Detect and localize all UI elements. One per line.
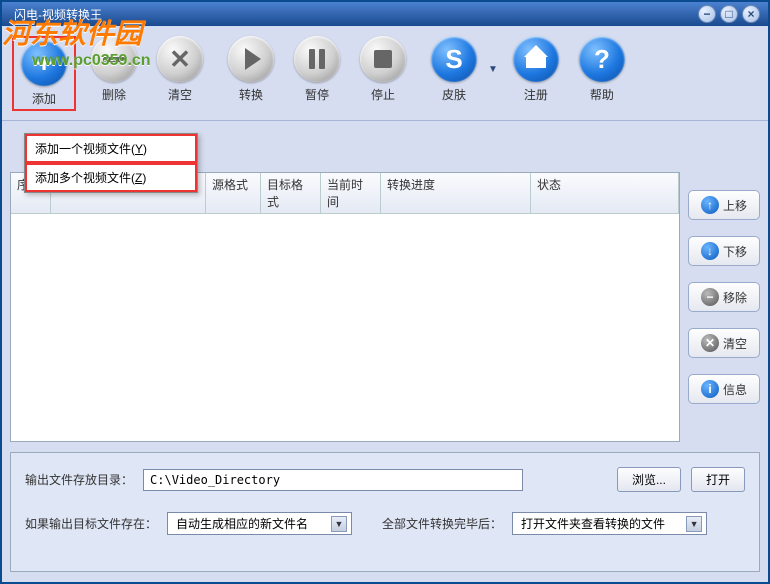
stop-button[interactable]: 停止 [355, 36, 411, 103]
register-label: 注册 [524, 86, 548, 103]
file-list: 序号 视频源文件 源格式 目标格式 当前时间 转换进度 状态 [10, 172, 680, 442]
col-state[interactable]: 状态 [531, 173, 679, 213]
remove-item-button[interactable]: −移除 [688, 282, 760, 312]
col-tgtfmt[interactable]: 目标格式 [261, 173, 321, 213]
remove-button[interactable]: 删除 [86, 36, 142, 111]
menu-add-single[interactable]: 添加一个视频文件(Y) [27, 136, 195, 161]
x-icon: ✕ [169, 44, 191, 75]
x-circle-icon: ✕ [701, 334, 719, 352]
move-up-button[interactable]: ↑上移 [688, 190, 760, 220]
add-button[interactable]: + 添加 [16, 40, 72, 107]
window-title: 闪电-视频转换王 [14, 6, 102, 23]
exists-combo[interactable]: 自动生成相应的新文件名 ▼ [167, 512, 352, 535]
minus-icon [103, 57, 125, 62]
maximize-button[interactable]: □ [720, 5, 738, 23]
outdir-input[interactable]: C:\Video_Directory [143, 469, 523, 491]
clear-list-button[interactable]: ✕清空 [688, 328, 760, 358]
clear-button[interactable]: ✕ 清空 [152, 36, 208, 111]
stop-label: 停止 [371, 86, 395, 103]
main-toolbar: + 添加 删除 ✕ 清空 转换 暂停 [2, 26, 768, 121]
play-icon [245, 48, 261, 70]
window-controls: − □ × [698, 5, 760, 23]
stop-icon [374, 50, 392, 68]
help-label: 帮助 [590, 86, 614, 103]
pause-label: 暂停 [305, 86, 329, 103]
pause-icon [309, 49, 325, 69]
home-icon [526, 50, 546, 68]
minimize-button[interactable]: − [698, 5, 716, 23]
arrow-down-icon: ↓ [701, 242, 719, 260]
skin-dropdown-arrow[interactable]: ▼ [488, 64, 498, 75]
help-icon: ? [594, 44, 610, 75]
menu-add-multiple[interactable]: 添加多个视频文件(Z) [27, 165, 195, 190]
close-window-button[interactable]: × [742, 5, 760, 23]
after-combo[interactable]: 打开文件夹查看转换的文件 ▼ [512, 512, 707, 535]
after-label: 全部文件转换完毕后： [382, 515, 502, 532]
list-body[interactable] [11, 214, 679, 441]
open-button[interactable]: 打开 [691, 467, 745, 492]
chevron-down-icon: ▼ [686, 516, 702, 532]
remove-label: 删除 [102, 86, 126, 103]
plus-icon: + [36, 47, 52, 79]
add-label: 添加 [32, 90, 56, 107]
col-time[interactable]: 当前时间 [321, 173, 381, 213]
skin-button[interactable]: S 皮肤 [426, 36, 482, 103]
add-context-menu: 添加一个视频文件(Y) 添加多个视频文件(Z) [24, 133, 198, 193]
exists-label: 如果输出目标文件存在： [25, 515, 157, 532]
move-down-button[interactable]: ↓下移 [688, 236, 760, 266]
minus-circle-icon: − [701, 288, 719, 306]
convert-button[interactable]: 转换 [223, 36, 279, 103]
skin-label: 皮肤 [442, 86, 466, 103]
info-button[interactable]: i信息 [688, 374, 760, 404]
outdir-label: 输出文件存放目录： [25, 471, 133, 488]
skin-icon: S [445, 44, 462, 75]
side-buttons: ↑上移 ↓下移 −移除 ✕清空 i信息 [688, 172, 760, 442]
highlight-menu-item-1: 添加一个视频文件(Y) [25, 134, 197, 163]
help-button[interactable]: ? 帮助 [574, 36, 630, 103]
highlight-add: + 添加 [12, 36, 76, 111]
arrow-up-icon: ↑ [701, 196, 719, 214]
register-button[interactable]: 注册 [508, 36, 564, 103]
title-bar: 闪电-视频转换王 [2, 2, 768, 26]
col-srcfmt[interactable]: 源格式 [206, 173, 261, 213]
chevron-down-icon: ▼ [331, 516, 347, 532]
pause-button[interactable]: 暂停 [289, 36, 345, 103]
convert-label: 转换 [239, 86, 263, 103]
output-settings-panel: 输出文件存放目录： C:\Video_Directory 浏览... 打开 如果… [10, 452, 760, 572]
info-icon: i [701, 380, 719, 398]
browse-button[interactable]: 浏览... [617, 467, 681, 492]
highlight-menu-item-2: 添加多个视频文件(Z) [25, 163, 197, 192]
col-progress[interactable]: 转换进度 [381, 173, 531, 213]
clear-label: 清空 [168, 86, 192, 103]
